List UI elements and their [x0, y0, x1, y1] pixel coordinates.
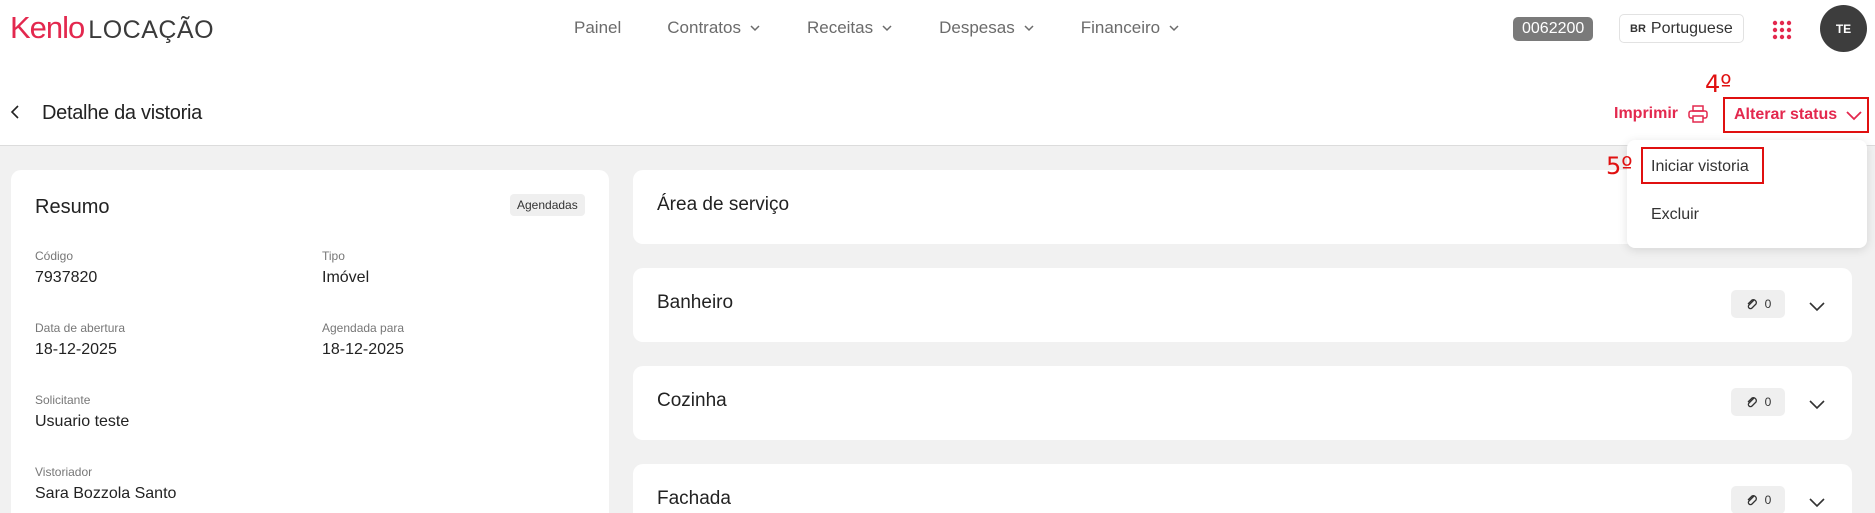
- change-status-button[interactable]: Alterar status: [1723, 97, 1869, 133]
- section-title: Cozinha: [657, 390, 727, 411]
- attachments-badge: 0: [1731, 486, 1785, 513]
- paperclip-icon: [1747, 299, 1757, 310]
- field-label-solicitante: Solicitante: [35, 393, 91, 407]
- attachments-count: 0: [1764, 395, 1772, 409]
- section-title: Fachada: [657, 488, 731, 509]
- nav-label: Contratos: [667, 18, 741, 37]
- logo-product: LOCAÇÃO: [88, 16, 215, 44]
- chevron-down-icon: [1169, 25, 1179, 32]
- nav-painel[interactable]: Painel: [574, 18, 621, 38]
- field-value-tipo: Imóvel: [322, 269, 370, 286]
- nav-label: Receitas: [806, 18, 874, 37]
- logo-brand: Kenlo: [10, 10, 85, 45]
- section-title: Banheiro: [657, 292, 734, 313]
- section-fachada[interactable]: Fachada 0: [633, 464, 1852, 513]
- main-nav: Painel Contratos Receitas Despesas Finan…: [574, 18, 1226, 38]
- section-cozinha[interactable]: Cozinha 0: [633, 366, 1852, 440]
- account-code-badge: 0062200: [1513, 17, 1594, 41]
- kenlo-logo[interactable]: Kenlo LOCAÇÃO: [10, 10, 214, 50]
- nav-label: Financeiro: [1080, 18, 1161, 37]
- field-label-abertura: Data de abertura: [35, 321, 126, 335]
- nav-financeiro[interactable]: Financeiro: [1081, 18, 1180, 38]
- summary-title: Resumo: [35, 196, 110, 218]
- field-label-vistoriador: Vistoriador: [35, 465, 93, 479]
- chevron-down-icon[interactable]: [1807, 296, 1827, 316]
- chevron-down-icon[interactable]: [1807, 492, 1827, 512]
- chevron-down-icon[interactable]: [1807, 394, 1827, 414]
- paperclip-icon: [1747, 397, 1757, 408]
- field-value-agendada: 18-12-2025: [322, 341, 404, 358]
- field-value-abertura: 18-12-2025: [35, 341, 117, 358]
- chevron-down-icon: [1846, 111, 1862, 121]
- chevron-down-icon: [1024, 25, 1034, 32]
- attachments-count: 0: [1764, 297, 1772, 311]
- attachments-count: 0: [1764, 493, 1772, 507]
- paperclip-icon: [1747, 495, 1757, 506]
- nav-label: Painel: [574, 18, 622, 37]
- language-label: Portuguese: [1650, 19, 1733, 37]
- attachments-badge: 0: [1731, 388, 1785, 416]
- field-value-vistoriador: Sara Bozzola Santo: [35, 485, 177, 502]
- nav-contratos[interactable]: Contratos: [667, 18, 761, 38]
- field-label-agendada: Agendada para: [322, 321, 405, 335]
- section-title: Área de serviço: [657, 194, 790, 215]
- summary-card: Resumo Agendadas Código 7937820 Tipo Imó…: [11, 170, 609, 513]
- annotation-step-5: 5º: [1606, 152, 1633, 180]
- field-value-codigo: 7937820: [35, 269, 98, 286]
- avatar[interactable]: TE: [1820, 5, 1867, 52]
- language-selector[interactable]: BR Portuguese: [1619, 14, 1744, 43]
- annotation-step-4: 4º: [1705, 70, 1732, 98]
- print-label: Imprimir: [1614, 105, 1679, 122]
- nav-receitas[interactable]: Receitas: [807, 18, 893, 38]
- top-navbar: Kenlo LOCAÇÃO Painel Contratos Receitas …: [0, 0, 1875, 58]
- nav-label: Despesas: [939, 18, 1015, 37]
- field-value-solicitante: Usuario teste: [35, 413, 130, 430]
- flag-icon: BR: [1630, 22, 1646, 35]
- apps-grid-icon[interactable]: [1772, 20, 1792, 40]
- attachments-badge: 0: [1731, 290, 1785, 318]
- page-header: Detalhe da vistoria Imprimir Alterar sta…: [0, 58, 1875, 146]
- back-arrow-icon[interactable]: [8, 104, 24, 120]
- print-button[interactable]: Imprimir: [1614, 105, 1708, 123]
- chevron-down-icon: [750, 25, 760, 32]
- printer-icon: [1688, 105, 1708, 123]
- status-label: Alterar status: [1734, 106, 1838, 123]
- annotation-highlight-box: [1641, 147, 1764, 184]
- status-badge: Agendadas: [510, 194, 585, 216]
- section-banheiro[interactable]: Banheiro 0: [633, 268, 1852, 342]
- chevron-down-icon: [882, 25, 892, 32]
- field-label-tipo: Tipo: [322, 249, 345, 263]
- menu-item-excluir[interactable]: Excluir: [1651, 206, 1699, 224]
- nav-despesas[interactable]: Despesas: [939, 18, 1035, 38]
- page-title: Detalhe da vistoria: [42, 102, 202, 124]
- field-label-codigo: Código: [35, 249, 74, 263]
